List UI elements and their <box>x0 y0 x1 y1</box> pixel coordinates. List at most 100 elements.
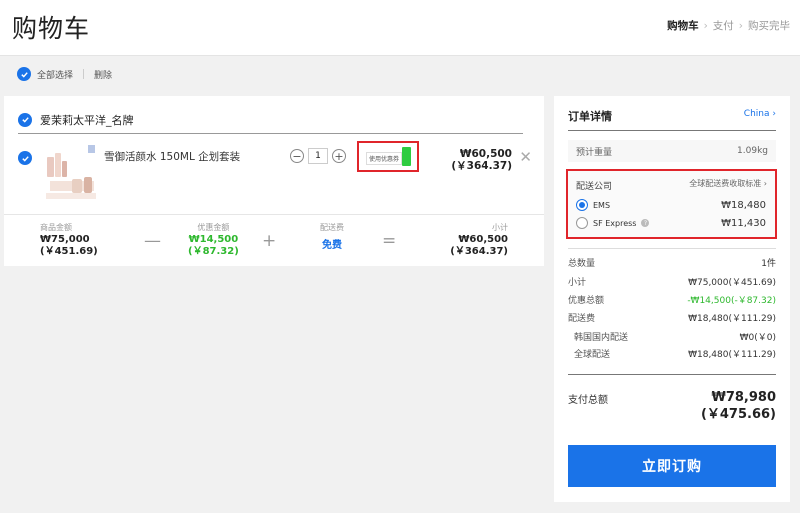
country-label: China <box>743 109 770 119</box>
summary-row-shipping: 配送费 ₩18,480(￥111.29) <box>568 311 776 324</box>
row-value: ₩18,480(￥111.29) <box>688 314 776 324</box>
store-checkbox[interactable] <box>18 112 32 127</box>
goods-krw: ₩75,000 <box>40 234 90 245</box>
coupon-toggle-area[interactable]: 使用优惠券 <box>357 141 419 172</box>
coupon-label: 使用优惠券 <box>366 152 403 165</box>
product-thumbnail[interactable] <box>42 141 100 203</box>
coupon-switch[interactable] <box>402 147 411 166</box>
cart-toolbar: 全部选择 删除 <box>17 67 112 81</box>
summary-row-subtotal: 小计 ₩75,000(￥451.69) <box>568 275 776 288</box>
quantity-input[interactable]: 1 <box>308 148 328 164</box>
item-checkbox[interactable] <box>18 151 32 165</box>
checkout-steps: 购物车 › 支付 › 购买完毕 <box>667 18 790 33</box>
close-icon[interactable]: ✕ <box>519 150 532 165</box>
subtotal-cny: (￥364.37) <box>450 246 508 257</box>
row-value: ₩18,480(￥111.29) <box>688 350 776 360</box>
row-label: 配送费 <box>568 314 596 324</box>
row-label: 优惠总额 <box>568 296 605 306</box>
chevron-right-icon: › <box>738 19 743 32</box>
row-value: ₩75,000(￥451.69) <box>688 278 776 288</box>
discount-label: 优惠金额 <box>197 223 230 232</box>
shipping-option-ems[interactable]: EMS ₩18,480 <box>576 199 766 211</box>
discount-cny: (￥87.32) <box>188 246 239 257</box>
divider <box>568 374 776 375</box>
shipping-value: 免费 <box>322 240 342 251</box>
option-price: ₩18,480 <box>721 199 766 211</box>
subtotal-amount: 小计 ₩60,500 (￥364.37) <box>450 222 508 258</box>
row-value: 1件 <box>761 259 776 269</box>
shipping-standard-text: 全球配送费收取标准 <box>689 179 762 188</box>
subtotal-krw: ₩60,500 <box>458 234 508 245</box>
weight-value: 1.09kg <box>737 146 768 156</box>
plus-icon: + <box>262 231 277 251</box>
shipping-label: 配送费 <box>320 223 344 232</box>
checkmark-icon <box>20 71 28 78</box>
checkmark-icon <box>21 117 29 123</box>
select-all-checkbox[interactable] <box>17 67 31 81</box>
product-name[interactable]: 雪御活颜水 150ML 企划套装 <box>104 149 240 164</box>
shipping-company-box: 配送公司 全球配送费收取标准 › EMS ₩18,480 SF Express … <box>566 169 777 239</box>
store-row: 爱茉莉太平洋_名牌 <box>18 106 523 134</box>
chevron-right-icon: › <box>703 19 708 32</box>
shipping-company-label: 配送公司 <box>576 182 613 192</box>
step-cart: 购物车 <box>667 20 699 32</box>
shipping-amount: 配送费 免费 <box>320 222 344 252</box>
item-price-cny: (￥364.37) <box>451 160 512 172</box>
item-price: ₩60,500 (￥364.37) <box>451 148 512 172</box>
discount-amount: 优惠金额 ₩14,500 (￥87.32) <box>188 222 239 258</box>
goods-label: 商品金额 <box>40 223 72 232</box>
goods-amount: 商品金额 ₩75,000 (￥451.69) <box>40 222 98 258</box>
row-label: 小计 <box>568 278 587 288</box>
divider <box>83 69 85 79</box>
page-header: 购物车 购物车 › 支付 › 购买完毕 <box>0 0 800 56</box>
divider <box>568 248 776 249</box>
delete-button[interactable]: 删除 <box>94 68 112 81</box>
subtotal-label: 小计 <box>492 223 508 232</box>
step-complete: 购买完毕 <box>748 20 790 32</box>
increase-button[interactable]: + <box>332 149 346 163</box>
row-label: 全球配送 <box>574 350 611 360</box>
shipping-standard-link[interactable]: 全球配送费收取标准 › <box>689 178 767 189</box>
select-all-label[interactable]: 全部选择 <box>37 68 73 81</box>
total-value: ₩78,980 (￥475.66) <box>701 389 776 423</box>
weight-row: 预计重量 1.09kg <box>568 140 776 162</box>
option-price: ₩11,430 <box>721 217 766 229</box>
quantity-stepper: − 1 + <box>290 148 346 164</box>
total-krw: ₩78,980 <box>711 390 776 405</box>
summary-row-global-shipping: 全球配送 ₩18,480(￥111.29) <box>568 347 776 360</box>
info-icon[interactable]: ? <box>641 219 650 227</box>
weight-label: 预计重量 <box>576 147 613 158</box>
row-label: 总数量 <box>568 259 596 269</box>
radio-selected-icon[interactable] <box>576 199 588 211</box>
row-label: 韩国国内配送 <box>574 333 629 343</box>
shipping-option-sf-express[interactable]: SF Express ? ₩11,430 <box>576 217 766 229</box>
row-value: -₩14,500(-￥87.32) <box>687 296 776 306</box>
page-title: 购物车 <box>12 14 91 43</box>
chevron-right-icon: › <box>772 109 776 119</box>
checkmark-icon <box>21 155 29 162</box>
option-name: SF Express <box>593 218 637 228</box>
country-selector[interactable]: China › <box>744 109 776 119</box>
divider <box>568 130 776 131</box>
equals-icon: = <box>382 231 397 251</box>
order-details-panel: 订单详情 China › 预计重量 1.09kg 配送公司 全球配送费收取标准 … <box>554 96 790 502</box>
summary-row-discount: 优惠总额 -₩14,500(-￥87.32) <box>568 293 776 306</box>
summary-row-quantity: 总数量 1件 <box>568 256 776 269</box>
discount-krw: ₩14,500 <box>188 234 239 245</box>
cart-panel: 爱茉莉太平洋_名牌 雪御活颜水 150ML 企划套装 − 1 + 使用优惠券 ₩… <box>4 96 544 266</box>
summary-row-domestic-shipping: 韩国国内配送 ₩0(￥0) <box>568 330 776 343</box>
store-name: 爱茉莉太平洋_名牌 <box>40 113 134 127</box>
radio-unselected-icon[interactable] <box>576 217 588 229</box>
row-value: ₩0(￥0) <box>739 333 776 343</box>
item-price-krw: ₩60,500 <box>459 148 512 160</box>
cart-summary-bar: 商品金额 ₩75,000 (￥451.69) — 优惠金额 ₩14,500 (￥… <box>4 214 544 266</box>
total-label: 支付总额 <box>568 395 608 406</box>
goods-cny: (￥451.69) <box>40 246 98 257</box>
decrease-button[interactable]: − <box>290 149 304 163</box>
total-cny: (￥475.66) <box>700 407 776 422</box>
buy-now-button[interactable]: 立即订购 <box>568 445 776 487</box>
option-name: EMS <box>593 200 611 210</box>
minus-icon: — <box>144 231 161 251</box>
order-title: 订单详情 <box>568 110 612 123</box>
step-payment: 支付 <box>712 20 734 32</box>
